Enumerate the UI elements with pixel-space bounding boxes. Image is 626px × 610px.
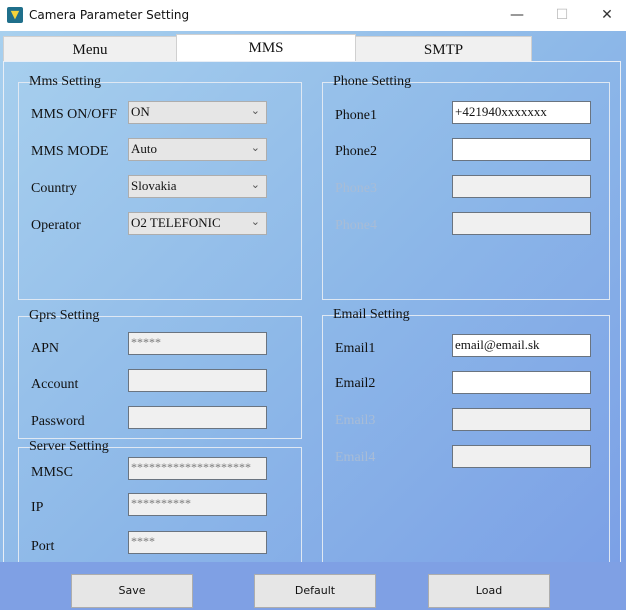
- port-label: Port: [31, 539, 55, 554]
- port-input[interactable]: ****: [128, 531, 267, 554]
- phone1-input[interactable]: +421940xxxxxxx: [452, 101, 591, 124]
- group-title: Email Setting: [333, 307, 410, 322]
- select-value: Auto: [131, 141, 157, 156]
- phone1-label: Phone1: [335, 108, 377, 123]
- tab-mms[interactable]: MMS: [176, 34, 356, 62]
- select-value: O2 TELEFONIC: [131, 215, 221, 230]
- apn-label: APN: [31, 341, 60, 356]
- group-title: Gprs Setting: [29, 308, 100, 323]
- phone2-label: Phone2: [335, 144, 377, 159]
- mmsc-label: MMSC: [31, 465, 74, 480]
- operator-select[interactable]: O2 TELEFONIC ⌄: [128, 212, 267, 235]
- select-value: Slovakia: [131, 178, 177, 193]
- save-button[interactable]: Save: [71, 574, 193, 608]
- ip-input[interactable]: **********: [128, 493, 267, 516]
- mms-mode-select[interactable]: Auto ⌄: [128, 138, 267, 161]
- operator-label: Operator: [31, 218, 81, 233]
- chevron-down-icon: ⌄: [250, 141, 260, 154]
- ip-label: IP: [31, 500, 44, 515]
- close-button[interactable]: ✕: [592, 4, 622, 26]
- email3-input: [452, 408, 591, 431]
- phone2-input[interactable]: [452, 138, 591, 161]
- email4-input: [452, 445, 591, 468]
- account-label: Account: [31, 377, 79, 392]
- phone4-input: [452, 212, 591, 235]
- tab-smtp[interactable]: SMTP: [355, 36, 532, 62]
- password-input[interactable]: [128, 406, 267, 429]
- mms-onoff-select[interactable]: ON ⌄: [128, 101, 267, 124]
- chevron-down-icon: ⌄: [250, 215, 260, 228]
- main-area: Menu MMS SMTP Mms Setting MMS ON/OFF ON ⌄…: [0, 31, 626, 610]
- email2-label: Email2: [335, 376, 376, 391]
- email4-label: Email4: [335, 450, 376, 465]
- window-title: Camera Parameter Setting: [29, 8, 190, 22]
- mms-onoff-label: MMS ON/OFF: [31, 107, 117, 122]
- select-value: ON: [131, 104, 150, 119]
- country-label: Country: [31, 181, 77, 196]
- minimize-button[interactable]: —: [502, 4, 532, 26]
- chevron-down-icon: ⌄: [250, 178, 260, 191]
- password-label: Password: [31, 414, 85, 429]
- account-input[interactable]: [128, 369, 267, 392]
- group-title: Mms Setting: [29, 74, 101, 89]
- phone4-label: Phone4: [335, 218, 377, 233]
- group-title: Phone Setting: [333, 74, 412, 89]
- title-bar: ▼ Camera Parameter Setting — ☐ ✕: [0, 0, 626, 31]
- mms-mode-label: MMS MODE: [31, 144, 109, 159]
- country-select[interactable]: Slovakia ⌄: [128, 175, 267, 198]
- email3-label: Email3: [335, 413, 376, 428]
- default-button[interactable]: Default: [254, 574, 376, 608]
- maximize-button[interactable]: ☐: [547, 4, 577, 26]
- tab-menu[interactable]: Menu: [3, 36, 177, 62]
- chevron-down-icon: ⌄: [250, 104, 260, 117]
- app-icon: ▼: [7, 7, 23, 23]
- email2-input[interactable]: [452, 371, 591, 394]
- apn-input[interactable]: *****: [128, 332, 267, 355]
- phone3-input: [452, 175, 591, 198]
- mmsc-input[interactable]: ********************: [128, 457, 267, 480]
- load-button[interactable]: Load: [428, 574, 550, 608]
- phone3-label: Phone3: [335, 181, 377, 196]
- group-title: Server Setting: [29, 439, 109, 454]
- email1-input[interactable]: email@email.sk: [452, 334, 591, 357]
- email1-label: Email1: [335, 341, 376, 356]
